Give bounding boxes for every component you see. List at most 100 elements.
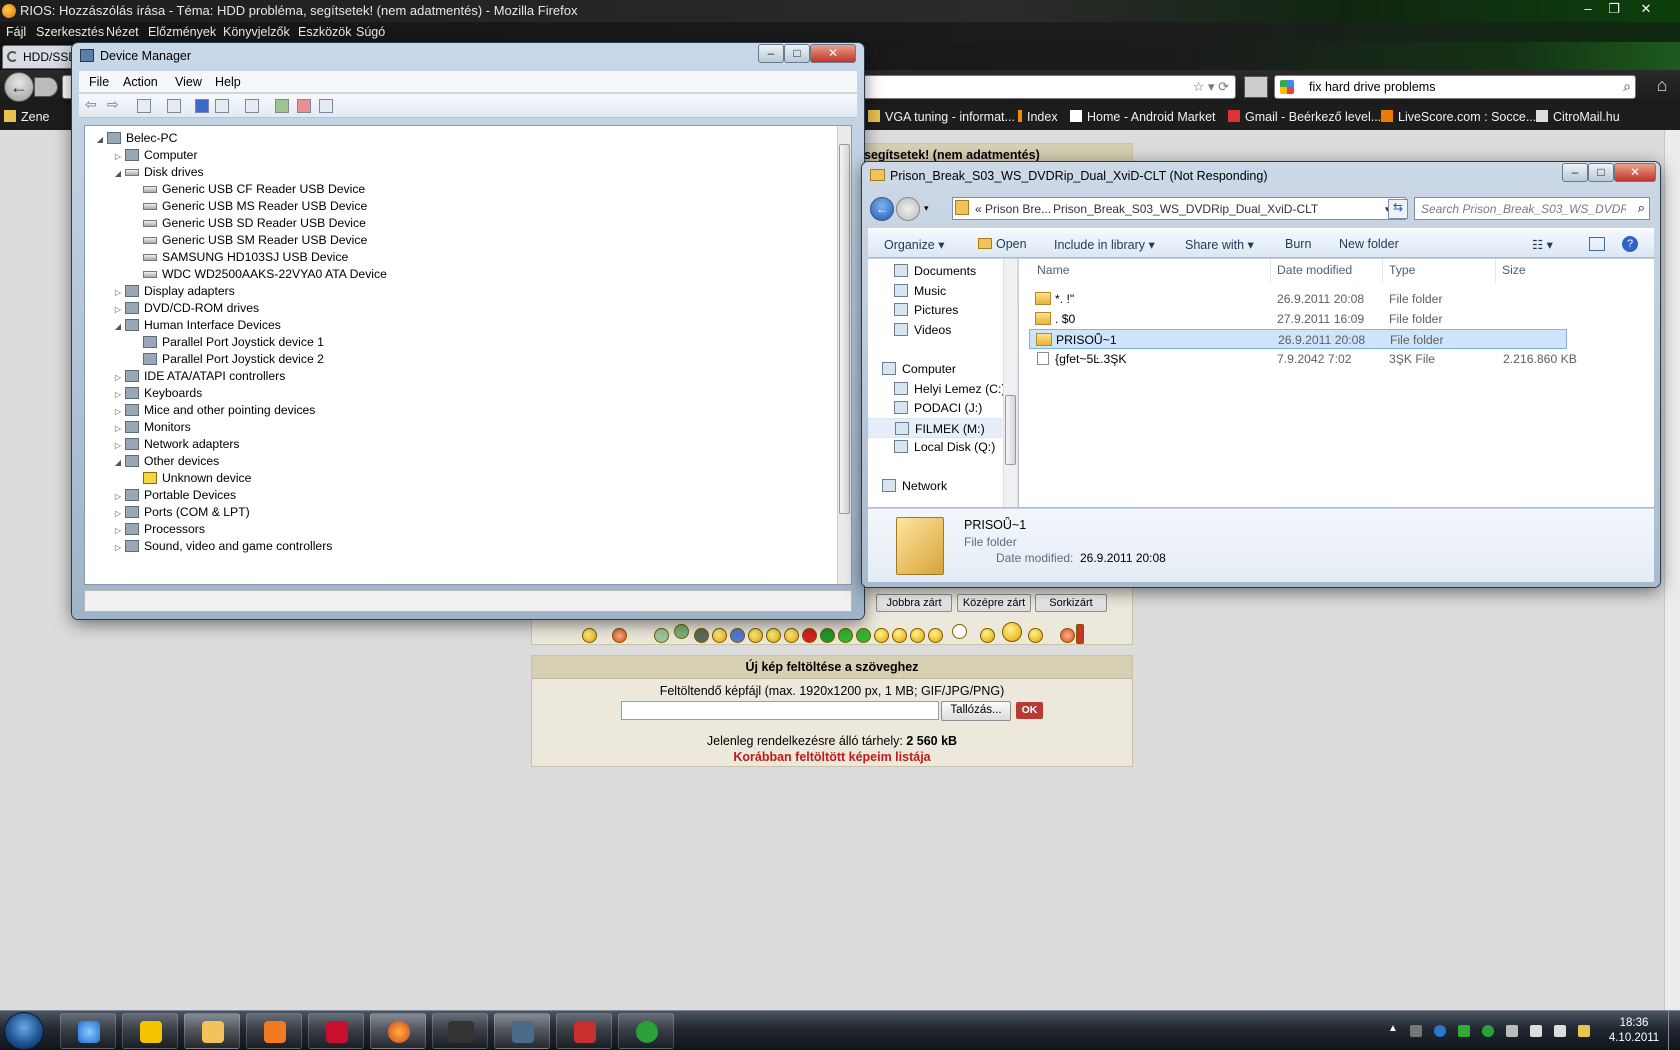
smiley-icon[interactable] xyxy=(582,628,597,643)
file-row[interactable]: . $0 27.9.2011 16:09 File folder xyxy=(1029,309,1567,329)
smiley-icon[interactable] xyxy=(694,628,709,643)
menu-bookmarks[interactable]: Könyvjelzők xyxy=(223,25,290,39)
show-hide-tree-icon[interactable] xyxy=(137,99,151,113)
include-in-library-button[interactable]: Include in library ▾ xyxy=(1054,237,1155,252)
scrollbar-thumb[interactable] xyxy=(839,144,850,514)
menu-history[interactable]: Előzmények xyxy=(148,25,216,39)
tree-item[interactable]: ▷ Keyboards xyxy=(113,384,202,402)
expand-arrow-icon[interactable]: ▷ xyxy=(113,539,123,557)
bookmark-citromail[interactable]: CitroMail.hu xyxy=(1536,110,1620,124)
smiley-icon[interactable] xyxy=(1028,628,1043,643)
file-row[interactable]: {gfet~5Ŀ.3ŞK 7.9.2042 7:02 3ŞK File 2.216.8… xyxy=(1029,349,1577,369)
nav-item[interactable]: Network xyxy=(882,476,947,496)
smiley-icon[interactable] xyxy=(892,628,907,643)
help-icon[interactable] xyxy=(195,99,209,113)
taskbar-toolbox[interactable] xyxy=(556,1013,612,1049)
forward-icon[interactable]: ⇨ xyxy=(107,96,121,112)
taskbar-explorer[interactable] xyxy=(184,1013,240,1049)
tree-item[interactable]: ◢ Disk drives xyxy=(113,163,204,181)
minimize-button[interactable]: – xyxy=(1576,1,1600,19)
explorer-title-bar[interactable]: Prison_Break_S03_WS_DVDRip_Dual_XviD-CLT… xyxy=(862,162,1660,190)
tree-item[interactable]: ▷ Network adapters xyxy=(113,435,240,453)
back-icon[interactable]: ⇦ xyxy=(85,96,99,112)
tray-icon[interactable] xyxy=(1482,1025,1494,1037)
forward-button[interactable] xyxy=(896,197,920,221)
smiley-icon[interactable] xyxy=(674,624,689,639)
help-icon[interactable]: ? xyxy=(1622,236,1638,252)
column-separator[interactable] xyxy=(1270,259,1271,283)
back-button[interactable]: ← xyxy=(870,197,894,221)
menu-action[interactable]: Action xyxy=(123,75,158,89)
restore-button[interactable]: ❐ xyxy=(1602,1,1626,19)
expand-arrow-icon[interactable]: ◢ xyxy=(95,131,105,149)
volume-icon[interactable] xyxy=(1554,1025,1566,1037)
close-button[interactable]: ✕ xyxy=(810,44,856,63)
smiley-icon[interactable] xyxy=(802,628,817,643)
smiley-icon[interactable] xyxy=(1060,628,1075,643)
taskbar-utorrent[interactable] xyxy=(618,1013,674,1049)
tray-icon[interactable] xyxy=(1410,1025,1422,1037)
tree-item[interactable]: ▷ Monitors xyxy=(113,418,191,436)
menu-view[interactable]: View xyxy=(175,75,202,89)
uninstall-icon[interactable] xyxy=(297,99,311,113)
nav-item[interactable]: PODACI (J:) xyxy=(894,398,982,418)
smiley-icon[interactable] xyxy=(952,624,967,639)
taskbar-app[interactable] xyxy=(122,1013,178,1049)
nav-scrollbar[interactable] xyxy=(1003,259,1017,507)
smiley-icon[interactable] xyxy=(784,628,799,643)
bookmark-zene[interactable]: Zene xyxy=(4,110,50,124)
file-row[interactable]: *. !" 26.9.2011 20:08 File folder xyxy=(1029,289,1567,309)
smiley-icon[interactable] xyxy=(654,628,669,643)
smiley-icon[interactable] xyxy=(766,628,781,643)
menu-view[interactable]: Nézet xyxy=(106,25,139,39)
nav-item[interactable]: Music xyxy=(894,281,946,301)
device-manager-title-bar[interactable]: Device Manager – □ ✕ xyxy=(72,43,864,69)
justify-button[interactable]: Sorkizárt xyxy=(1035,594,1107,612)
tree-item[interactable]: ▷ DVD/CD-ROM drives xyxy=(113,299,259,317)
close-button[interactable]: ✕ xyxy=(1634,1,1658,19)
tree-item[interactable]: ▷ Sound, video and game controllers xyxy=(113,537,332,555)
menu-edit[interactable]: Szerkesztés xyxy=(36,25,104,39)
taskbar-save[interactable] xyxy=(308,1013,364,1049)
nav-item[interactable]: Pictures xyxy=(894,300,958,320)
tree-item[interactable]: ▷ IDE ATA/ATAPI controllers xyxy=(113,367,285,385)
scrollbar-thumb[interactable] xyxy=(1005,395,1016,465)
browse-button[interactable]: Tallózás... xyxy=(941,701,1011,721)
taskbar-firefox[interactable] xyxy=(370,1013,426,1049)
taskbar-media[interactable] xyxy=(246,1013,302,1049)
uploaded-images-link[interactable]: Korábban feltöltött képeim listája xyxy=(532,750,1132,764)
align-right-button[interactable]: Jobbra zárt xyxy=(876,594,952,612)
tree-item[interactable]: ▷ Mice and other pointing devices xyxy=(113,401,315,419)
tree-item[interactable]: ▷ Portable Devices xyxy=(113,486,236,504)
magnifier-icon[interactable]: ⌕ xyxy=(1623,78,1631,95)
breadcrumb-parent[interactable]: « Prison Bre... xyxy=(975,202,1051,216)
menu-file[interactable]: Fájl xyxy=(6,25,26,39)
smiley-icon[interactable] xyxy=(856,628,871,643)
nav-item[interactable]: Local Disk (Q:) xyxy=(894,437,995,457)
tree-item[interactable]: Generic USB SM Reader USB Device xyxy=(131,231,367,249)
burn-button[interactable]: Burn xyxy=(1285,237,1311,251)
smiley-icon[interactable] xyxy=(748,628,763,643)
nav-item[interactable]: Computer xyxy=(882,359,956,379)
preview-pane-icon[interactable] xyxy=(1589,237,1605,251)
smiley-icon[interactable] xyxy=(928,628,943,643)
view-options-icon[interactable]: ☷ ▾ xyxy=(1532,237,1553,252)
bookmark-vga[interactable]: VGA tuning - informat... xyxy=(868,110,1015,124)
tree-scrollbar[interactable] xyxy=(837,126,851,584)
tree-item[interactable]: Generic USB SD Reader USB Device xyxy=(131,214,366,232)
smiley-icon[interactable] xyxy=(838,628,853,643)
breadcrumb-current[interactable]: Prison_Break_S03_WS_DVDRip_Dual_XviD-CLT xyxy=(1053,202,1318,216)
back-button[interactable]: ← xyxy=(4,72,34,102)
search-input[interactable]: Search Prison_Break_S03_WS_DVDRip... ⌕ xyxy=(1414,197,1650,220)
bookmark-index[interactable]: Index xyxy=(1018,110,1058,124)
tab-active[interactable]: HDD/SSD xyxy=(2,45,74,69)
nav-item[interactable]: Helyi Lemez (C:) xyxy=(894,379,1006,399)
taskbar-xbmc[interactable] xyxy=(432,1013,488,1049)
address-bar[interactable]: « Prison Bre... Prison_Break_S03_WS_DVDR… xyxy=(952,197,1406,220)
search-input[interactable]: fix hard drive problems ⌕ xyxy=(1274,75,1636,99)
column-date-modified[interactable]: Date modified xyxy=(1277,263,1352,277)
tree-item[interactable]: SAMSUNG HD103SJ USB Device xyxy=(131,248,348,266)
share-with-button[interactable]: Share with ▾ xyxy=(1185,237,1254,252)
recent-pages-icon[interactable]: ▾ xyxy=(924,203,929,214)
smiley-icon[interactable] xyxy=(730,628,745,643)
